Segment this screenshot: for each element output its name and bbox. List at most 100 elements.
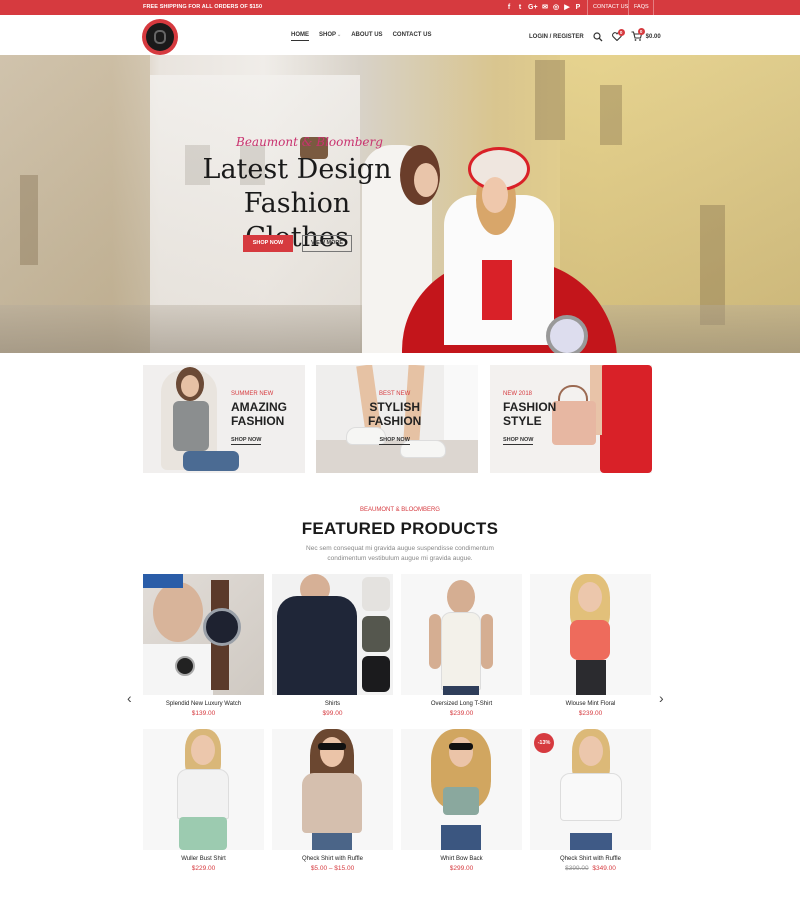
product-thumb-black bbox=[362, 656, 390, 692]
product-card[interactable]: Wlouse Mint Floral $239.00 bbox=[530, 574, 651, 717]
promo-heading-line2: FASHION bbox=[368, 414, 422, 428]
email-icon[interactable]: ✉ bbox=[542, 2, 548, 13]
product-model-arm bbox=[429, 614, 441, 669]
product-image[interactable] bbox=[272, 729, 393, 850]
carousel-prev-arrow[interactable]: ‹ bbox=[127, 690, 132, 706]
topbar-contact-link[interactable]: CONTACT US bbox=[593, 4, 628, 10]
promo-banner-amazing-fashion[interactable]: SUMMER NEW AMAZING FASHION SHOP NOW bbox=[143, 365, 305, 473]
topbar-faqs-link[interactable]: FAQS bbox=[634, 4, 649, 10]
hero-window bbox=[535, 60, 565, 140]
promo-shop-now-link[interactable]: SHOP NOW bbox=[379, 437, 410, 445]
site-logo[interactable] bbox=[142, 19, 178, 55]
nav-contact[interactable]: CONTACT US bbox=[393, 32, 432, 41]
product-name[interactable]: Wlouse Mint Floral bbox=[530, 701, 651, 707]
featured-title: FEATURED PRODUCTS bbox=[301, 519, 499, 538]
product-model-shorts bbox=[441, 825, 481, 850]
promo-model-vest bbox=[173, 401, 209, 451]
promo-banner-stylish-fashion[interactable]: BEST NEW STYLISH FASHION SHOP NOW bbox=[316, 365, 478, 473]
product-image[interactable] bbox=[143, 574, 264, 695]
product-card[interactable]: Wuller Bust Shirt $229.00 bbox=[143, 729, 264, 872]
cart-count-badge: 0 bbox=[637, 28, 645, 35]
product-watch-face bbox=[203, 608, 241, 646]
hero-shop-now-button[interactable]: SHOP NOW bbox=[243, 235, 293, 252]
product-sweater bbox=[277, 596, 357, 695]
promo-model-face bbox=[181, 375, 199, 397]
logo-inner bbox=[146, 23, 174, 51]
product-white-shirt bbox=[177, 769, 229, 819]
product-image[interactable] bbox=[272, 574, 393, 695]
product-image[interactable] bbox=[401, 729, 522, 850]
hero-model-right-top bbox=[482, 260, 512, 320]
shipping-notice: FREE SHIPPING FOR ALL ORDERS OF $150 bbox=[143, 4, 263, 10]
site-header: HOME SHOP⌄ ABOUT US CONTACT US LOGIN / R… bbox=[0, 15, 800, 55]
product-name[interactable]: Qheck Shirt with Ruffle bbox=[272, 856, 393, 862]
product-model-pants bbox=[576, 660, 606, 695]
login-register-link[interactable]: LOGIN / REGISTER bbox=[529, 34, 584, 40]
promo-text: SUMMER NEW AMAZING FASHION SHOP NOW bbox=[231, 391, 287, 446]
product-tank-top bbox=[441, 612, 481, 690]
nav-home[interactable]: HOME bbox=[291, 32, 309, 41]
youtube-icon[interactable]: ▶ bbox=[564, 2, 570, 13]
hero-slider: Beaumont & Bloomberg Latest Design Fashi… bbox=[0, 55, 800, 353]
topbar-divider bbox=[587, 0, 588, 15]
hero-title-line2: Fashion Clothes bbox=[243, 188, 351, 253]
product-image[interactable] bbox=[530, 574, 651, 695]
nav-about[interactable]: ABOUT US bbox=[351, 32, 382, 41]
carousel-next-arrow[interactable]: › bbox=[659, 690, 664, 706]
product-price: $299.00 bbox=[449, 865, 474, 872]
wishlist-count-badge: 0 bbox=[617, 28, 625, 36]
cart-button[interactable]: 0 bbox=[631, 28, 645, 43]
product-model-face bbox=[579, 736, 603, 766]
promo-wall bbox=[444, 365, 478, 440]
product-name[interactable]: Oversized Long T-Shirt bbox=[401, 701, 522, 707]
product-name[interactable]: Qheck Shirt with Ruffle bbox=[530, 856, 651, 862]
promo-pre: BEST NEW bbox=[379, 391, 411, 397]
twitter-icon[interactable]: t bbox=[517, 2, 523, 13]
search-icon[interactable] bbox=[593, 32, 603, 42]
promo-banner-fashion-style[interactable]: NEW 2018 FASHION STYLE SHOP NOW bbox=[490, 365, 652, 473]
topbar-divider bbox=[628, 0, 629, 15]
nav-shop[interactable]: SHOP⌄ bbox=[319, 32, 341, 41]
pinterest-icon[interactable]: P bbox=[575, 2, 581, 13]
instagram-icon[interactable]: ◎ bbox=[553, 2, 559, 13]
facebook-icon[interactable]: f bbox=[506, 2, 512, 13]
product-model-jeans bbox=[570, 833, 612, 850]
promo-shop-now-link[interactable]: SHOP NOW bbox=[231, 437, 262, 445]
cart-total[interactable]: $0.00 bbox=[646, 34, 661, 40]
product-old-price: $399.00 bbox=[565, 865, 589, 872]
product-floral-skirt bbox=[179, 817, 227, 850]
topbar-divider bbox=[653, 0, 654, 15]
hero-view-more-button[interactable]: VIEW MORE bbox=[302, 235, 352, 252]
product-model-face bbox=[191, 735, 215, 765]
promo-shop-now-link[interactable]: SHOP NOW bbox=[503, 437, 534, 445]
product-name[interactable]: Whirt Bow Back bbox=[401, 856, 522, 862]
google-plus-icon[interactable]: G+ bbox=[528, 2, 538, 13]
product-white-crop-shirt bbox=[560, 773, 622, 821]
product-price: $5.00 – $15.00 bbox=[310, 865, 355, 872]
product-card[interactable]: Qheck Shirt with Ruffle $5.00 – $15.00 bbox=[272, 729, 393, 872]
logo-mark bbox=[154, 30, 166, 44]
product-image[interactable]: -13% bbox=[530, 729, 651, 850]
product-price: $239.00 bbox=[449, 710, 474, 717]
product-card[interactable]: Whirt Bow Back $299.00 bbox=[401, 729, 522, 872]
product-name[interactable]: Shirts bbox=[272, 701, 393, 707]
featured-description: Nec sem consequat mi gravida augue suspe… bbox=[306, 545, 494, 562]
product-image[interactable] bbox=[143, 729, 264, 850]
promo-text: BEST NEW STYLISH FASHION SHOP NOW bbox=[368, 391, 421, 446]
product-sunglasses bbox=[318, 743, 346, 750]
product-card[interactable]: Splendid New Luxury Watch $139.00 bbox=[143, 574, 264, 717]
product-model-face bbox=[578, 582, 602, 612]
promo-heading-line1: AMAZING bbox=[231, 400, 287, 414]
wishlist-button[interactable]: 0 bbox=[611, 28, 625, 43]
product-card[interactable]: Shirts $99.00 bbox=[272, 574, 393, 717]
product-card[interactable]: Oversized Long T-Shirt $239.00 bbox=[401, 574, 522, 717]
product-image[interactable] bbox=[401, 574, 522, 695]
main-nav: HOME SHOP⌄ ABOUT US CONTACT US bbox=[291, 32, 431, 41]
product-name[interactable]: Splendid New Luxury Watch bbox=[143, 701, 264, 707]
promo-heading-line2: FASHION bbox=[231, 414, 285, 428]
product-name[interactable]: Wuller Bust Shirt bbox=[143, 856, 264, 862]
product-price: $239.00 bbox=[578, 710, 603, 717]
product-model-face bbox=[320, 737, 344, 767]
product-card[interactable]: -13% Qheck Shirt with Ruffle $399.00 $34… bbox=[530, 729, 651, 872]
product-crop-top bbox=[443, 787, 479, 815]
